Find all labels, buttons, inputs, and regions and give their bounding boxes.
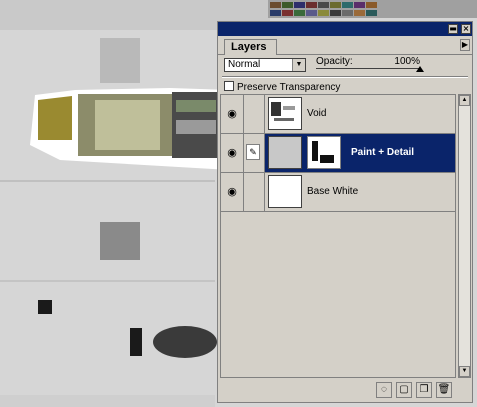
color-swatch[interactable] [282,2,293,8]
new-layer-set-icon[interactable]: ▢ [396,382,412,398]
scroll-down-icon[interactable]: ▼ [459,366,470,377]
divider [222,76,468,78]
preserve-transparency-option[interactable]: Preserve Transparency [224,81,340,93]
void-thumb-art [271,102,295,121]
opacity-label: Opacity: [316,56,353,67]
opacity-slider-thumb[interactable] [416,66,424,72]
color-swatch[interactable] [318,10,329,16]
layer-name: Void [307,108,327,119]
opacity-slider-track[interactable] [316,68,420,69]
layers-list: ◉ Void ◉ ✎ Paint + Detail ◉ Base White [220,94,456,378]
preserve-transparency-label: Preserve Transparency [237,82,341,93]
color-swatch[interactable] [306,10,317,16]
color-swatch[interactable] [354,10,365,16]
new-layer-icon[interactable]: ❐ [416,382,432,398]
layers-panel: ▬ × Layers ▶ Normal ▼ Opacity: 100% Pres… [217,21,473,403]
link-slot[interactable] [244,95,265,133]
panel-bottom-toolbar: ◌ ▢ ❐ 🗑 [218,380,472,402]
chevron-down-icon[interactable]: ▼ [292,59,305,71]
color-swatch[interactable] [366,10,377,16]
color-swatch[interactable] [330,10,341,16]
tab-layers[interactable]: Layers [224,39,278,55]
preserve-transparency-checkbox[interactable] [224,81,234,91]
color-swatch[interactable] [282,10,293,16]
color-swatch[interactable] [330,2,341,8]
color-swatch[interactable] [318,2,329,8]
eye-icon[interactable]: ◉ [221,95,244,133]
add-mask-icon[interactable]: ◌ [376,382,392,398]
color-swatch[interactable] [294,2,305,8]
layer-thumbnail-base-white [268,175,302,208]
layer-row-base-white[interactable]: ◉ Base White [221,173,455,212]
color-swatch[interactable] [342,2,353,8]
scroll-up-icon[interactable]: ▲ [459,95,470,106]
mask-thumb-art [312,141,334,163]
blend-mode-value: Normal [228,59,261,70]
image-canvas[interactable]: ▬ × Layers ▶ Normal ▼ Opacity: 100% Pres… [0,0,477,407]
layer-mask-icon[interactable] [307,136,341,169]
eye-icon[interactable]: ◉ [221,173,244,211]
blend-mode-select[interactable]: Normal ▼ [224,58,306,72]
panel-menu-arrow-icon[interactable]: ▶ [460,39,470,51]
eye-icon[interactable]: ◉ [221,134,244,172]
close-icon[interactable]: × [461,24,471,34]
paintbrush-icon: ✎ [246,144,260,160]
panel-tab-row: Layers ▶ [218,37,472,55]
layer-name: Paint + Detail [351,147,415,158]
layer-name: Base White [307,186,359,197]
trash-icon[interactable]: 🗑 [436,382,452,398]
brush-slot[interactable]: ✎ [244,134,265,172]
layer-row-void[interactable]: ◉ Void [221,95,455,134]
layer-thumbnail-paint-detail [268,136,302,169]
layers-scrollbar[interactable]: ▲ ▼ [458,94,471,378]
layer-row-paint-detail[interactable]: ◉ ✎ Paint + Detail [221,134,455,173]
color-swatch[interactable] [354,2,365,8]
color-swatch[interactable] [366,2,377,8]
color-palette[interactable] [268,0,477,18]
color-swatch[interactable] [306,2,317,8]
color-swatch[interactable] [342,10,353,16]
color-swatch[interactable] [294,10,305,16]
minimize-icon[interactable]: ▬ [448,24,458,34]
color-swatch[interactable] [270,2,281,8]
link-slot[interactable] [244,173,265,211]
color-swatch[interactable] [270,10,281,16]
layer-thumbnail-void [268,97,302,130]
panel-titlebar[interactable]: ▬ × [218,22,472,36]
